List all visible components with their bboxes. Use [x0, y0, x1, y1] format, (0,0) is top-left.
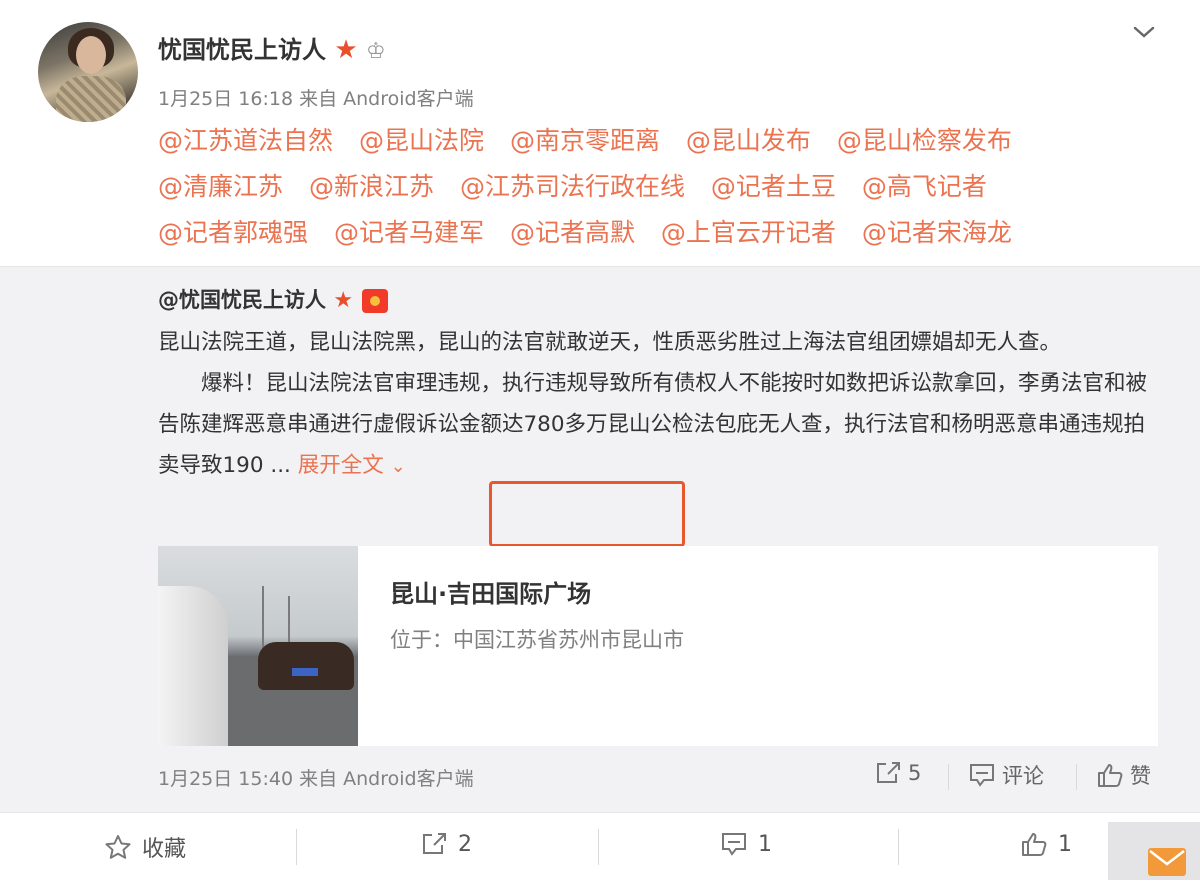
crown-icon: ♔ [366, 39, 386, 64]
bottom-action-bar: 收藏 2 1 1 [0, 812, 1200, 881]
share-icon [420, 831, 448, 857]
like-count-button[interactable]: 1 [1020, 831, 1072, 857]
post-body: 昆山法院王道，昆山法院黑，昆山的法官就敢逆天，性质恶劣胜过上海法官组团嫖娼却无人… [158, 322, 1158, 487]
location-photo [158, 546, 358, 746]
mention-link[interactable]: @江苏道法自然 [158, 126, 333, 155]
star-icon: ★ [333, 288, 354, 313]
repost-button[interactable]: 5 [874, 760, 921, 786]
mention-link[interactable]: @昆山检察发布 [837, 126, 1012, 155]
favorite-button[interactable]: 收藏 [104, 831, 186, 863]
mention-link[interactable]: @新浪江苏 [309, 172, 434, 201]
share-icon [874, 760, 902, 786]
mention-link[interactable]: @记者郭魂强 [158, 218, 308, 247]
author-line: 忧国忧民上访人 ★ ♔ [158, 30, 386, 65]
original-author-line: @忧国忧民上访人 ★ [158, 284, 389, 314]
star-icon: ★ [334, 35, 358, 65]
repost-count-button[interactable]: 2 [420, 831, 472, 857]
thumbs-up-icon [1020, 831, 1048, 857]
mail-icon [1148, 848, 1186, 876]
mention-link[interactable]: @南京零距离 [510, 126, 660, 155]
thumbs-up-icon [1096, 762, 1124, 788]
message-tab[interactable] [1108, 822, 1200, 880]
original-author[interactable]: @忧国忧民上访人 [158, 288, 326, 312]
comment-icon [968, 762, 996, 788]
expand-full-text-link[interactable]: 展开全文 ⌄ [298, 453, 406, 478]
mention-link[interactable]: @昆山法院 [359, 126, 484, 155]
like-button[interactable]: 赞 [1096, 760, 1151, 790]
location-address: 位于：中国江苏省苏州市昆山市 [390, 628, 684, 652]
mention-link[interactable]: @高飞记者 [862, 172, 987, 201]
location-title: 昆山·吉田国际广场 [390, 580, 592, 608]
mention-link[interactable]: @记者高默 [510, 218, 635, 247]
post-meta: 1月25日 16:18 来自 Android客户端 [158, 88, 474, 110]
mention-link[interactable]: @记者马建军 [334, 218, 484, 247]
comment-button[interactable]: 评论 [968, 760, 1044, 790]
mention-link[interactable]: @清廉江苏 [158, 172, 283, 201]
avatar[interactable] [38, 22, 138, 122]
author-name[interactable]: 忧国忧民上访人 [158, 36, 326, 64]
body-paragraph: 爆料！昆山法院法官审理违规，执行违规导致所有债权人不能按时如数把诉讼款拿回，李勇… [158, 363, 1158, 487]
body-paragraph: 昆山法院王道，昆山法院黑，昆山的法官就敢逆天，性质恶劣胜过上海法官组团嫖娼却无人… [158, 330, 1062, 355]
mention-link[interactable]: @记者宋海龙 [862, 218, 1012, 247]
annotation-highlight-box [489, 481, 685, 547]
mention-link[interactable]: @昆山发布 [686, 126, 811, 155]
repost-meta: 1月25日 15:40 来自 Android客户端 [158, 768, 474, 790]
star-outline-icon [104, 834, 132, 860]
comment-count-button[interactable]: 1 [720, 831, 772, 857]
comment-icon [720, 831, 748, 857]
chevron-down-icon[interactable] [1132, 20, 1156, 44]
chevron-down-icon: ⌄ [390, 456, 406, 477]
red-envelope-icon [362, 289, 389, 313]
mention-link[interactable]: @记者土豆 [711, 172, 836, 201]
location-card[interactable]: 昆山·吉田国际广场 位于：中国江苏省苏州市昆山市 [158, 546, 1158, 746]
mention-link[interactable]: @江苏司法行政在线 [460, 172, 685, 201]
mention-link[interactable]: @上官云开记者 [661, 218, 836, 247]
mention-list: @江苏道法自然 @昆山法院 @南京零距离 @昆山发布 @昆山检察发布 @清廉江苏… [158, 118, 1148, 256]
